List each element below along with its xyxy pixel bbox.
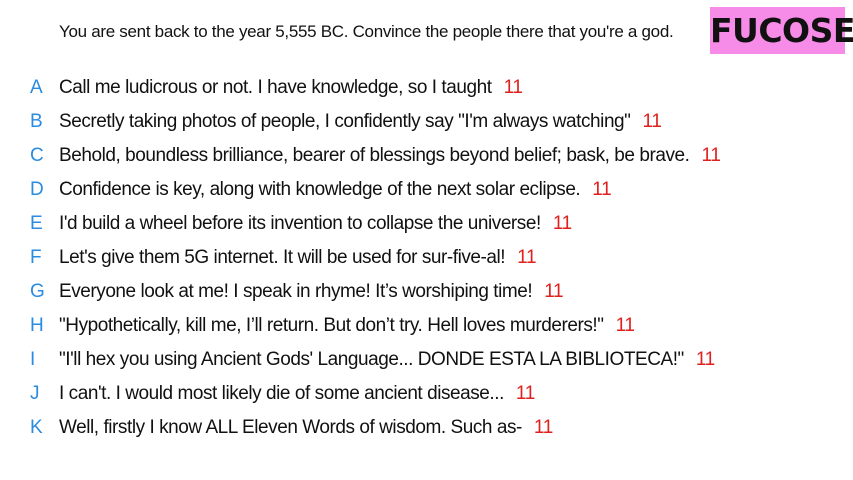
answer-letter: K <box>30 417 43 438</box>
answer-option-a[interactable]: A Call me ludicrous or not. I have knowl… <box>0 71 853 105</box>
answer-score: 11 <box>592 179 612 200</box>
answer-option-h[interactable]: H "Hypothetically, kill me, I’ll return.… <box>0 309 853 343</box>
answer-letter: C <box>30 145 44 166</box>
answer-letter: D <box>30 179 44 200</box>
answer-score: 11 <box>517 247 537 268</box>
answer-text-wrap: Let's give them 5G internet. It will be … <box>59 247 537 269</box>
answer-text: Everyone look at me! I speak in rhyme! I… <box>59 281 533 302</box>
answer-option-j[interactable]: J I can't. I would most likely die of so… <box>0 377 853 411</box>
answer-score: 11 <box>552 213 572 234</box>
answer-score: 11 <box>544 281 564 302</box>
answer-score: 11 <box>515 383 536 404</box>
answer-letter: F <box>30 247 42 268</box>
answer-text-wrap: Well, firstly I know ALL Eleven Words of… <box>59 417 553 439</box>
answer-text-wrap: Secretly taking photos of people, I conf… <box>59 111 662 133</box>
answer-list: A Call me ludicrous or not. I have knowl… <box>0 71 853 445</box>
answer-letter: I <box>30 349 35 370</box>
answer-text: Confidence is key, along with knowledge … <box>59 179 581 200</box>
answer-letter: B <box>30 111 43 132</box>
answer-option-f[interactable]: F Let's give them 5G internet. It will b… <box>0 241 853 275</box>
answer-text-wrap: I'd build a wheel before its invention t… <box>59 213 572 235</box>
answer-letter: J <box>30 383 40 404</box>
answer-option-e[interactable]: E I'd build a wheel before its invention… <box>0 207 853 241</box>
answer-option-c[interactable]: C Behold, boundless brilliance, bearer o… <box>0 139 853 173</box>
answer-text-wrap: "I'll hex you using Ancient Gods' Langua… <box>59 349 715 371</box>
answer-score: 11 <box>642 111 662 132</box>
answer-text: "Hypothetically, kill me, I’ll return. B… <box>59 315 604 336</box>
answer-letter: A <box>30 77 43 98</box>
player-name-badge: FUCOSE <box>710 7 853 54</box>
answer-text-wrap: Everyone look at me! I speak in rhyme! I… <box>59 281 564 303</box>
question-prompt: You are sent back to the year 5,555 BC. … <box>59 22 674 41</box>
answer-letter: H <box>30 315 44 336</box>
answer-letter: E <box>30 213 43 234</box>
answer-text: "I'll hex you using Ancient Gods' Langua… <box>59 349 684 370</box>
answer-option-d[interactable]: D Confidence is key, along with knowledg… <box>0 173 853 207</box>
answer-option-k[interactable]: K Well, firstly I know ALL Eleven Words … <box>0 411 853 445</box>
answer-text-wrap: "Hypothetically, kill me, I’ll return. B… <box>59 315 635 337</box>
answer-option-g[interactable]: G Everyone look at me! I speak in rhyme!… <box>0 275 853 309</box>
answer-text-wrap: Confidence is key, along with knowledge … <box>59 179 612 201</box>
answer-text: Well, firstly I know ALL Eleven Words of… <box>59 417 522 438</box>
answer-text: Behold, boundless brilliance, bearer of … <box>59 145 690 166</box>
answer-text-wrap: Behold, boundless brilliance, bearer of … <box>59 145 721 167</box>
answer-text: Let's give them 5G internet. It will be … <box>59 247 506 268</box>
answer-text: I'd build a wheel before its invention t… <box>59 213 541 234</box>
answer-text: I can't. I would most likely die of some… <box>59 383 504 404</box>
answer-text-wrap: Call me ludicrous or not. I have knowled… <box>59 77 523 99</box>
answer-score: 11 <box>503 77 523 98</box>
answer-option-b[interactable]: B Secretly taking photos of people, I co… <box>0 105 853 139</box>
answer-text: Secretly taking photos of people, I conf… <box>59 111 631 132</box>
answer-option-i[interactable]: I "I'll hex you using Ancient Gods' Lang… <box>0 343 853 377</box>
answer-score: 11 <box>695 349 715 370</box>
answer-score: 11 <box>701 145 721 166</box>
answer-text: Call me ludicrous or not. I have knowled… <box>59 77 492 98</box>
answer-letter: G <box>30 281 45 302</box>
answer-score: 11 <box>615 315 635 336</box>
answer-text-wrap: I can't. I would most likely die of some… <box>59 383 535 405</box>
answer-score: 11 <box>533 417 554 438</box>
